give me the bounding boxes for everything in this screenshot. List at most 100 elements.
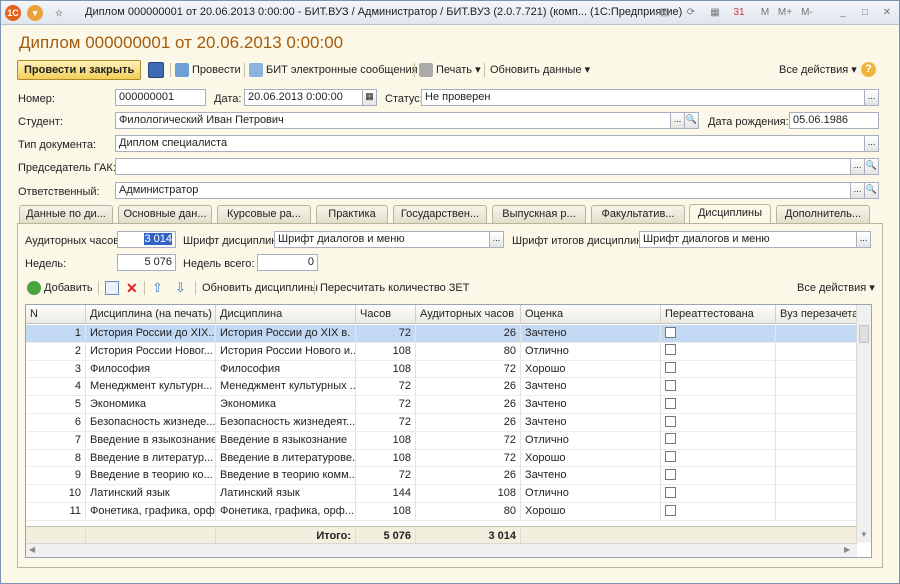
table-cell[interactable]: Латинский язык (86, 485, 216, 503)
table-cell[interactable]: История России Новог... (86, 342, 216, 360)
tab-course-works[interactable]: Курсовые ра... (217, 205, 311, 223)
table-cell[interactable]: История России до XIX... (86, 325, 216, 342)
table-cell[interactable]: 80 (416, 342, 521, 360)
table-cell[interactable]: 26 (416, 396, 521, 414)
table-cell[interactable]: Безопасность жизнедеят... (216, 414, 356, 431)
tab-additional[interactable]: Дополнитель... (776, 205, 870, 223)
birthdate-field[interactable]: 05.06.1986 (789, 112, 879, 129)
app-logo-icon[interactable]: 1С (5, 5, 21, 21)
gak-search-icon[interactable]: 🔍 (864, 158, 879, 175)
move-down-icon[interactable]: ⇩ (175, 278, 186, 298)
table-cell[interactable]: 72 (356, 414, 416, 431)
copy-row-icon[interactable] (105, 281, 119, 295)
table-cell[interactable]: Отлично (521, 431, 661, 449)
status-field[interactable]: Не проверен (421, 89, 865, 106)
grid-all-actions-button[interactable]: Все действия ▾ (797, 278, 875, 298)
table-cell[interactable]: 108 (356, 503, 416, 520)
table-cell[interactable]: 10 (26, 485, 86, 503)
table-cell[interactable]: Фонетика, графика, орф... (86, 503, 216, 520)
table-cell[interactable]: 108 (356, 360, 416, 378)
weeks-total-field[interactable]: 0 (257, 254, 318, 271)
table-cell[interactable]: 26 (416, 414, 521, 431)
bookmark-icon[interactable]: ▤ (657, 5, 673, 21)
col-header-grade[interactable]: Оценка (521, 305, 661, 324)
print-button[interactable]: Печать ▾ (419, 60, 481, 80)
table-cell[interactable]: 72 (356, 325, 416, 342)
table-row[interactable]: 3 Философия Философия 108 72 Хорошо (26, 360, 857, 379)
reattested-checkbox[interactable] (665, 504, 676, 516)
table-cell[interactable]: 3 (26, 360, 86, 378)
table-row[interactable]: 11 Фонетика, графика, орф... Фонетика, гра… (26, 503, 857, 521)
font-disc-field[interactable]: Шрифт диалогов и меню (274, 231, 490, 248)
memory-mplus-button[interactable]: M+ (775, 5, 795, 21)
gak-select-button[interactable]: ... (850, 158, 865, 175)
table-cell[interactable]: 7 (26, 431, 86, 449)
table-cell[interactable] (776, 396, 857, 414)
table-cell[interactable]: Введение в языкознание (216, 431, 356, 449)
table-cell[interactable] (776, 378, 857, 396)
table-row[interactable]: 7 Введение в языкознание Введение в языкоз… (26, 431, 857, 450)
move-up-icon[interactable]: ⇧ (152, 278, 163, 298)
tab-state-exams[interactable]: Государствен... (393, 205, 487, 223)
calendar-icon[interactable]: 31 (731, 5, 747, 21)
col-header-hours[interactable]: Часов (356, 305, 416, 324)
table-cell[interactable]: 5 (26, 396, 86, 414)
memory-mminus-button[interactable]: M- (797, 5, 817, 21)
table-cell[interactable] (776, 325, 857, 342)
date-field[interactable]: 20.06.2013 0:00:00 (244, 89, 363, 106)
history-icon[interactable]: ⟳ (683, 5, 699, 21)
tab-practice[interactable]: Практика (316, 205, 388, 223)
table-cell[interactable]: Экономика (86, 396, 216, 414)
reattested-checkbox[interactable] (665, 468, 676, 480)
table-cell[interactable]: Зачтено (521, 325, 661, 342)
table-cell[interactable]: 1 (26, 325, 86, 342)
table-cell[interactable]: Зачтено (521, 378, 661, 396)
table-cell[interactable]: 72 (416, 360, 521, 378)
table-cell[interactable]: Экономика (216, 396, 356, 414)
table-cell[interactable]: История России до XIX в. (216, 325, 356, 342)
font-disc-select-button[interactable]: ... (489, 231, 504, 248)
close-icon[interactable]: ✕ (879, 5, 895, 21)
calculator-icon[interactable]: ▦ (707, 5, 723, 21)
col-header-discipline[interactable]: Дисциплина (216, 305, 356, 324)
responsible-select-button[interactable]: ... (850, 182, 865, 199)
delete-row-icon[interactable]: ✕ (126, 278, 138, 298)
table-cell[interactable] (776, 485, 857, 503)
table-row[interactable]: 2 История России Новог... История России Н… (26, 342, 857, 361)
table-cell[interactable] (776, 449, 857, 467)
table-cell[interactable]: Отлично (521, 342, 661, 360)
table-cell[interactable]: Безопасность жизнеде... (86, 414, 216, 431)
table-horizontal-scrollbar[interactable]: ◀ ▶ (26, 543, 857, 557)
doctype-field[interactable]: Диплом специалиста (115, 135, 865, 152)
table-cell[interactable]: Хорошо (521, 503, 661, 520)
table-cell[interactable]: 108 (356, 342, 416, 360)
maximize-icon[interactable]: □ (857, 5, 873, 21)
table-row[interactable]: 1 История России до XIX... История России … (26, 325, 857, 343)
save-icon[interactable] (148, 62, 164, 78)
table-cell[interactable]: 72 (356, 378, 416, 396)
table-cell[interactable]: 26 (416, 467, 521, 485)
table-cell[interactable]: Менеджмент культурн... (86, 378, 216, 396)
scroll-left-arrow-icon[interactable]: ◀ (29, 545, 35, 554)
reattested-checkbox[interactable] (665, 362, 676, 374)
bit-messages-button[interactable]: БИТ электронные сообщения (249, 60, 418, 80)
responsible-search-icon[interactable]: 🔍 (864, 182, 879, 199)
table-row[interactable]: 4 Менеджмент культурн... Менеджмент культу… (26, 378, 857, 397)
col-header-aud-hours[interactable]: Аудиторных часов (416, 305, 521, 324)
table-cell[interactable]: 72 (356, 396, 416, 414)
font-totals-select-button[interactable]: ... (856, 231, 871, 248)
table-cell[interactable]: Зачтено (521, 414, 661, 431)
table-cell[interactable]: Хорошо (521, 449, 661, 467)
recalc-zet-button[interactable]: Пересчитать количество ЗЕТ (320, 278, 469, 298)
tab-electives[interactable]: Факультатив... (591, 205, 685, 223)
responsible-field[interactable]: Администратор (115, 182, 851, 199)
table-cell[interactable]: 72 (356, 467, 416, 485)
table-row[interactable]: 5 Экономика Экономика 72 26 Зачтено (26, 396, 857, 414)
memory-m-button[interactable]: M (757, 5, 773, 21)
table-row[interactable]: 10 Латинский язык Латинский язык 144 108 Отли… (26, 485, 857, 503)
col-header-discipline-print[interactable]: Дисциплина (на печать) (86, 305, 216, 324)
font-totals-field[interactable]: Шрифт диалогов и меню (639, 231, 857, 248)
table-cell[interactable]: Введение в литератур... (86, 449, 216, 467)
student-field[interactable]: Филологический Иван Петрович (115, 112, 671, 129)
help-icon[interactable]: ? (861, 62, 876, 77)
